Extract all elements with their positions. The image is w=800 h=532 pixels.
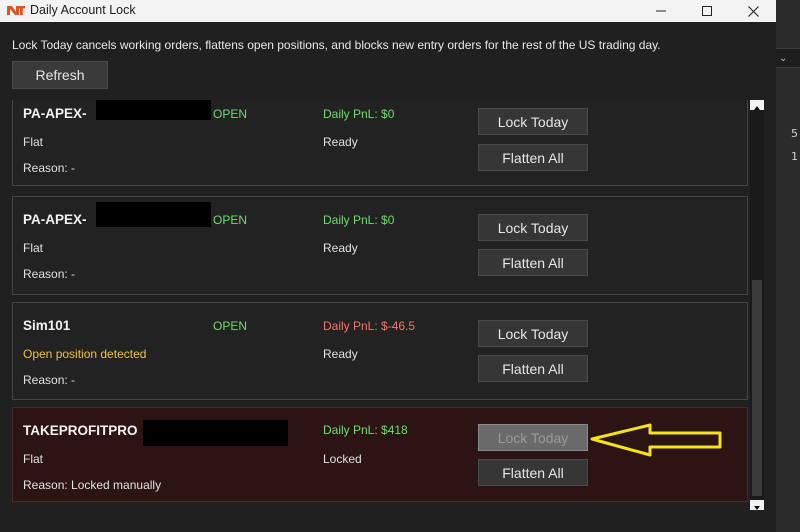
lock-reason: Reason: - bbox=[23, 373, 76, 387]
position-status: Flat bbox=[23, 135, 44, 149]
account-status: OPEN bbox=[213, 319, 248, 333]
daily-pnl: Daily PnL: $0 bbox=[323, 107, 395, 121]
daily-pnl: Daily PnL: $418 bbox=[323, 423, 408, 437]
account-name: TAKEPROFITPRO bbox=[23, 423, 138, 438]
lock-today-button[interactable]: Lock Today bbox=[478, 108, 588, 135]
chevron-down-icon: ⌄ bbox=[779, 53, 788, 64]
scroll-down-button[interactable] bbox=[750, 500, 764, 510]
maximize-icon bbox=[702, 6, 712, 16]
account-card: PA-APEX- OPEN Daily PnL: $0 Flat Ready R… bbox=[12, 100, 748, 186]
account-name: PA-APEX- bbox=[23, 212, 87, 227]
account-name: PA-APEX- bbox=[23, 106, 87, 121]
account-card: Sim101 OPEN Daily PnL: $-46.5 Open posit… bbox=[12, 302, 748, 400]
flatten-all-button[interactable]: Flatten All bbox=[478, 249, 588, 276]
window-title: Daily Account Lock bbox=[30, 3, 136, 17]
account-name: Sim101 bbox=[23, 318, 71, 333]
daily-pnl: Daily PnL: $-46.5 bbox=[323, 319, 416, 333]
lock-state: Ready bbox=[323, 135, 358, 149]
position-status: Flat bbox=[23, 241, 44, 255]
lock-today-button[interactable]: Lock Today bbox=[478, 320, 588, 347]
lock-today-button[interactable]: Lock Today bbox=[478, 424, 588, 451]
lock-today-button[interactable]: Lock Today bbox=[478, 214, 588, 241]
lock-reason: Reason: Locked manually bbox=[23, 478, 162, 492]
lock-state: Locked bbox=[323, 452, 362, 466]
lock-state: Ready bbox=[323, 347, 358, 361]
account-status: OPEN bbox=[213, 213, 248, 227]
background-value: 5 bbox=[791, 127, 798, 140]
arrow-down-icon bbox=[754, 506, 760, 510]
background-app-panel bbox=[776, 0, 800, 532]
scroll-thumb[interactable] bbox=[752, 280, 762, 496]
account-card: PA-APEX- OPEN Daily PnL: $0 Flat Ready R… bbox=[12, 196, 748, 295]
description-text: Lock Today cancels working orders, flatt… bbox=[12, 38, 661, 52]
daily-account-lock-window: Daily Account Lock Lock Today cancels wo… bbox=[0, 0, 776, 532]
background-value: 1 bbox=[791, 150, 798, 163]
background-dropdown[interactable]: ⌄ bbox=[776, 48, 800, 68]
daily-pnl: Daily PnL: $0 bbox=[323, 213, 395, 227]
title-bar[interactable]: Daily Account Lock bbox=[0, 0, 776, 22]
flatten-all-button[interactable]: Flatten All bbox=[478, 459, 588, 486]
flatten-all-button[interactable]: Flatten All bbox=[478, 144, 588, 171]
account-status: OPEN bbox=[213, 107, 248, 121]
arrow-left-icon bbox=[590, 423, 722, 457]
minimize-icon bbox=[656, 10, 666, 12]
lock-reason: Reason: - bbox=[23, 267, 76, 281]
lock-state: Ready bbox=[323, 241, 358, 255]
vertical-scrollbar[interactable] bbox=[750, 100, 764, 510]
close-icon bbox=[747, 5, 759, 17]
arrow-up-icon bbox=[754, 106, 760, 110]
position-status: Flat bbox=[23, 452, 44, 466]
nt-logo-icon bbox=[7, 6, 25, 15]
flatten-all-button[interactable]: Flatten All bbox=[478, 355, 588, 382]
close-button[interactable] bbox=[730, 0, 776, 22]
minimize-button[interactable] bbox=[638, 0, 684, 22]
scroll-up-button[interactable] bbox=[750, 100, 764, 110]
lock-reason: Reason: - bbox=[23, 161, 76, 175]
redaction-block bbox=[143, 420, 288, 446]
maximize-button[interactable] bbox=[684, 0, 730, 22]
position-status: Open position detected bbox=[23, 347, 147, 361]
redaction-block bbox=[96, 100, 211, 120]
refresh-button[interactable]: Refresh bbox=[12, 61, 108, 89]
redaction-block bbox=[96, 202, 211, 227]
